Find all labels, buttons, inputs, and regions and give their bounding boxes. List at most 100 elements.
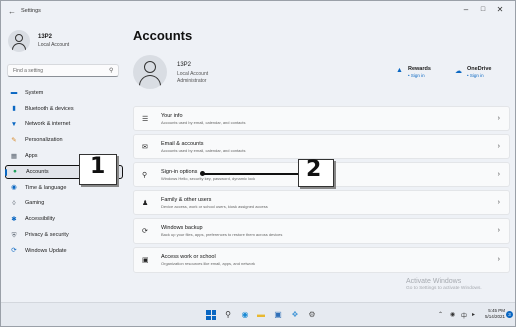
card-title: Email & accounts xyxy=(161,141,204,148)
sidebar-item-label: Accounts xyxy=(26,168,49,175)
card-subtitle: Windows Hello, security key, password, d… xyxy=(161,176,256,182)
user-name: 13P2 xyxy=(38,34,53,40)
sidebar-item-privacy-security[interactable]: ⛨ Privacy & security xyxy=(5,228,123,242)
backup-icon: ⟳ xyxy=(142,228,148,236)
card-subtitle: Accounts used by email, calendar, and co… xyxy=(161,148,246,154)
edge-browser-icon[interactable]: ◉ xyxy=(240,310,250,320)
search-input[interactable]: Find a setting ⚲ xyxy=(7,64,119,77)
rewards-signin[interactable]: • Sign in xyxy=(408,73,425,78)
chevron-right-icon: › xyxy=(497,199,500,207)
annotation-number-1: 1 xyxy=(90,154,106,179)
settings-cards: ☰ Your info Accounts used by email, cale… xyxy=(133,106,510,277)
gamepad-icon: ◊ xyxy=(12,199,16,207)
user-account-type: Local Account xyxy=(38,42,70,48)
card-windows-backup[interactable]: ⟳ Windows backup Back up your files, app… xyxy=(133,218,510,245)
chevron-up-icon[interactable]: ⌃ xyxy=(438,311,443,318)
avatar xyxy=(8,30,30,52)
search-icon[interactable]: ⚲ xyxy=(109,67,113,74)
card-subtitle: Back up your files, apps, preferences to… xyxy=(161,232,283,238)
volume-icon[interactable]: ▸ xyxy=(472,311,475,318)
settings-gear-icon[interactable]: ⚙ xyxy=(307,310,317,320)
minimize-button[interactable]: – xyxy=(458,5,474,14)
chevron-right-icon: › xyxy=(497,256,500,264)
sidebar-item-accessibility[interactable]: ✱ Accessibility xyxy=(5,212,123,226)
card-title: Family & other users xyxy=(161,197,212,204)
chevron-right-icon: › xyxy=(497,115,500,122)
close-button[interactable]: ✕ xyxy=(492,5,508,14)
title-bar: ← Settings – □ ✕ xyxy=(2,2,514,22)
rewards-icon: ▲ xyxy=(396,67,403,74)
taskbar: ⚲ ◉ ▬ ▣ ❖ ⚙ ⌃ ◉ 中 ▸ 5:45 PM 5/14/2021 3 xyxy=(1,302,515,326)
family-icon: ♟ xyxy=(142,200,149,208)
card-family-other-users[interactable]: ♟ Family & other users Device access, wo… xyxy=(133,190,510,216)
network-icon[interactable]: ◉ xyxy=(450,311,455,318)
file-explorer-icon[interactable]: ▬ xyxy=(256,310,266,320)
sidebar-item-label: Accessibility xyxy=(25,216,55,223)
sidebar-item-label: Apps xyxy=(25,153,38,160)
card-title: Your info xyxy=(161,113,183,119)
card-subtitle: Organization resources like email, apps,… xyxy=(161,261,256,267)
activation-watermark: Activate Windows Go to Settings to activ… xyxy=(406,278,482,291)
sidebar-item-label: Gaming xyxy=(25,200,45,207)
profile-role: Administrator xyxy=(177,78,207,84)
globe-clock-icon: ◉ xyxy=(11,184,17,192)
mail-icon: ✉ xyxy=(142,144,148,152)
card-subtitle: Accounts used by email, calendar, and co… xyxy=(161,120,246,125)
card-subtitle: Device access, work or school users, kio… xyxy=(161,204,268,210)
windows-start-icon[interactable] xyxy=(206,310,216,320)
chevron-right-icon: › xyxy=(497,143,500,151)
bluetooth-icon: ▮ xyxy=(12,105,16,113)
sidebar-item-label: Bluetooth & devices xyxy=(25,105,74,112)
person-icon: ● xyxy=(13,168,17,176)
store-icon[interactable]: ▣ xyxy=(273,310,283,320)
sidebar-item-label: Windows Update xyxy=(25,247,67,254)
profile-account-type: Local Account xyxy=(177,71,209,77)
search-placeholder: Find a setting xyxy=(13,68,44,74)
shield-icon: ⛨ xyxy=(11,231,17,239)
notification-badge[interactable]: 3 xyxy=(506,311,513,318)
sidebar-item-system[interactable]: ▬ System xyxy=(5,86,123,100)
search-icon[interactable]: ⚲ xyxy=(223,310,233,320)
watermark-title: Activate Windows xyxy=(406,278,462,285)
clock-date: 5/14/2021 xyxy=(485,314,506,319)
rewards-title: Rewards xyxy=(408,66,431,72)
card-title: Sign-in options xyxy=(161,169,198,176)
page-title: Accounts xyxy=(133,28,193,43)
sidebar-item-bluetooth-devices[interactable]: ▮ Bluetooth & devices xyxy=(5,102,123,116)
update-icon: ⟳ xyxy=(11,247,17,255)
card-title: Windows backup xyxy=(161,225,203,232)
monitor-icon: ▬ xyxy=(10,89,18,97)
card-email-accounts[interactable]: ✉ Email & accounts Accounts used by emai… xyxy=(133,134,510,160)
sidebar-item-personalization[interactable]: ✎ Personalization xyxy=(5,133,123,147)
apps-icon: ▦ xyxy=(10,152,18,160)
sidebar-item-network-internet[interactable]: ▼ Network & internet xyxy=(5,118,123,132)
card-access-work-school[interactable]: ▣ Access work or school Organization res… xyxy=(133,247,510,274)
avatar xyxy=(133,55,167,89)
sidebar-item-label: Time & language xyxy=(25,184,67,191)
onedrive-title: OneDrive xyxy=(467,66,492,72)
sidebar-item-label: System xyxy=(25,89,44,96)
language-indicator[interactable]: 中 xyxy=(461,311,467,320)
brush-icon: ✎ xyxy=(11,136,17,144)
maximize-button[interactable]: □ xyxy=(475,6,491,13)
cloud-icon: ☁ xyxy=(455,68,462,75)
sidebar-item-label: Privacy & security xyxy=(25,232,69,239)
card-title: Access work or school xyxy=(161,254,216,261)
card-your-info[interactable]: ☰ Your info Accounts used by email, cale… xyxy=(133,106,510,131)
sidebar-item-label: Personalization xyxy=(25,137,63,144)
sidebar-item-windows-update[interactable]: ⟳ Windows Update xyxy=(5,244,123,258)
clock[interactable]: 5:45 PM 5/14/2021 xyxy=(485,308,505,320)
briefcase-icon: ▣ xyxy=(142,257,149,265)
sidebar-item-gaming[interactable]: ◊ Gaming xyxy=(5,197,123,211)
watermark-subtitle: Go to Settings to activate Windows. xyxy=(406,286,482,291)
annotation-number-2: 2 xyxy=(306,157,322,182)
annotation-pointer-line xyxy=(203,173,298,175)
back-arrow-icon[interactable]: ← xyxy=(8,7,16,16)
key-icon: ⚲ xyxy=(142,172,148,180)
accessibility-icon: ✱ xyxy=(11,215,17,223)
wifi-icon: ▼ xyxy=(10,120,18,128)
sidebar-item-label: Network & internet xyxy=(25,121,71,128)
onedrive-signin[interactable]: • Sign in xyxy=(467,73,484,78)
profile-name: 13P2 xyxy=(177,62,192,68)
app-icon[interactable]: ❖ xyxy=(290,310,300,320)
